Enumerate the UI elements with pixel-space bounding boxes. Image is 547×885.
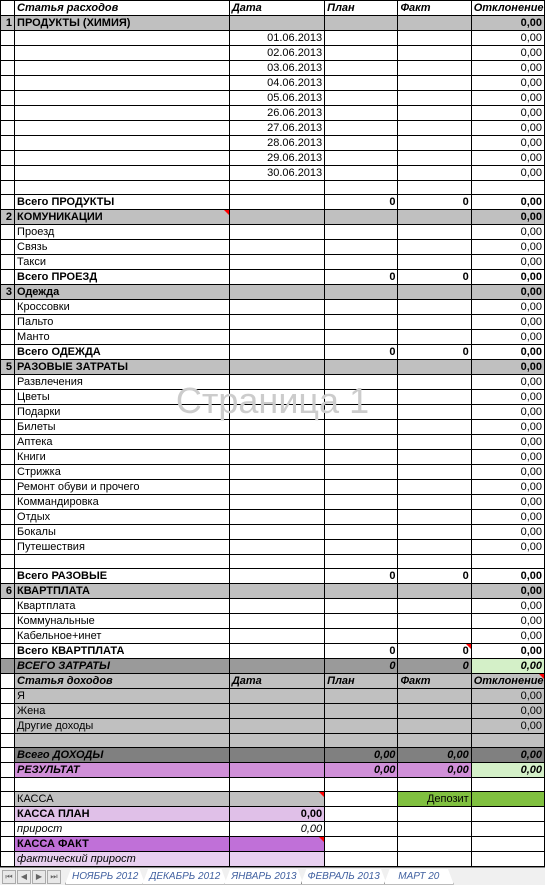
data-row[interactable]: Такси0,00 [1, 255, 545, 270]
category-header[interactable]: 3Одежда0,00 [1, 285, 545, 300]
data-row[interactable]: 02.06.20130,00 [1, 46, 545, 61]
data-row[interactable]: Стрижка0,00 [1, 465, 545, 480]
category-header[interactable]: 6КВАРТПЛАТА0,00 [1, 584, 545, 599]
data-row[interactable]: Манто0,00 [1, 330, 545, 345]
kassa-fprirost[interactable]: фактический прирост [1, 852, 545, 867]
sheet-tab[interactable]: МАРТ 20 [384, 869, 454, 885]
data-row[interactable]: Аптека0,00 [1, 435, 545, 450]
result-row[interactable]: РЕЗУЛЬТАТ0,000,000,00 [1, 763, 545, 778]
data-row[interactable]: Квартплата0,00 [1, 599, 545, 614]
data-row[interactable]: Подарки0,00 [1, 405, 545, 420]
category-header[interactable]: 2КОМУНИКАЦИИ0,00 [1, 210, 545, 225]
data-row[interactable]: 26.06.20130,00 [1, 106, 545, 121]
kassa-fakt[interactable]: КАССА ФАКТ [1, 837, 545, 852]
data-row[interactable]: Бокалы0,00 [1, 525, 545, 540]
spreadsheet[interactable]: Страница 1 Статья расходовДатаПланФактОт… [0, 0, 547, 867]
data-row[interactable]: Ремонт обуви и прочего0,00 [1, 480, 545, 495]
income-row[interactable]: Жена0,00 [1, 704, 545, 719]
category-header[interactable]: 5РАЗОВЫЕ ЗАТРАТЫ0,00 [1, 360, 545, 375]
sheet-tab[interactable]: ФЕВРАЛЬ 2013 [301, 869, 387, 885]
section-total[interactable]: Всего РАЗОВЫЕ000,00 [1, 569, 545, 584]
data-row[interactable]: 01.06.20130,00 [1, 31, 545, 46]
data-row[interactable]: 29.06.20130,00 [1, 151, 545, 166]
tab-first-icon[interactable]: ⏮ [2, 870, 16, 884]
data-row[interactable]: Пальто0,00 [1, 315, 545, 330]
income-header: Статья доходовДатаПланФактОтклонение [1, 674, 545, 689]
sheet-tabs: ⏮ ◀ ▶ ⏭ НОЯБРЬ 2012ДЕКАБРЬ 2012ЯНВАРЬ 20… [0, 867, 545, 885]
grand-total-row[interactable]: ВСЕГО ЗАТРАТЫ000,00 [1, 659, 545, 674]
kassa-prirost[interactable]: прирост0,00 [1, 822, 545, 837]
data-row[interactable]: 05.06.20130,00 [1, 91, 545, 106]
kassa-header[interactable]: КАССАДепозит [1, 792, 545, 807]
section-total[interactable]: Всего КВАРТПЛАТА000,00 [1, 644, 545, 659]
section-total[interactable]: Всего ПРОДУКТЫ000,00 [1, 195, 545, 210]
kassa-plan[interactable]: КАССА ПЛАН0,00 [1, 807, 545, 822]
tab-next-icon[interactable]: ▶ [32, 870, 46, 884]
income-row[interactable]: Другие доходы0,00 [1, 719, 545, 734]
data-row[interactable]: Кроссовки0,00 [1, 300, 545, 315]
tab-nav: ⏮ ◀ ▶ ⏭ [0, 870, 63, 884]
blank-row[interactable] [1, 555, 545, 569]
blank-row[interactable] [1, 778, 545, 792]
data-row[interactable]: Коммандировка0,00 [1, 495, 545, 510]
budget-table[interactable]: Статья расходовДатаПланФактОтклонение1ПР… [0, 0, 545, 867]
section-total[interactable]: Всего ОДЕЖДА000,00 [1, 345, 545, 360]
data-row[interactable]: Билеты0,00 [1, 420, 545, 435]
data-row[interactable]: Книги0,00 [1, 450, 545, 465]
data-row[interactable]: 30.06.20130,00 [1, 166, 545, 181]
blank-row[interactable] [1, 181, 545, 195]
data-row[interactable]: Проезд0,00 [1, 225, 545, 240]
sheet-tab[interactable]: НОЯБРЬ 2012 [65, 869, 145, 885]
data-row[interactable]: 27.06.20130,00 [1, 121, 545, 136]
sheet-tab[interactable]: ЯНВАРЬ 2013 [224, 869, 303, 885]
data-row[interactable]: 28.06.20130,00 [1, 136, 545, 151]
data-row[interactable]: 03.06.20130,00 [1, 61, 545, 76]
data-row[interactable]: Путешествия0,00 [1, 540, 545, 555]
income-row[interactable]: Я0,00 [1, 689, 545, 704]
category-header[interactable]: 1ПРОДУКТЫ (ХИМИЯ)0,00 [1, 16, 545, 31]
data-row[interactable]: Цветы0,00 [1, 390, 545, 405]
data-row[interactable]: Коммунальные0,00 [1, 614, 545, 629]
income-total[interactable]: Всего ДОХОДЫ0,000,000,00 [1, 748, 545, 763]
data-row[interactable]: Кабельное+инет0,00 [1, 629, 545, 644]
data-row[interactable]: Развлечения0,00 [1, 375, 545, 390]
header-row: Статья расходовДатаПланФактОтклонение [1, 1, 545, 16]
tab-last-icon[interactable]: ⏭ [47, 870, 61, 884]
sheet-tab[interactable]: ДЕКАБРЬ 2012 [142, 869, 227, 885]
data-row[interactable]: 04.06.20130,00 [1, 76, 545, 91]
tab-prev-icon[interactable]: ◀ [17, 870, 31, 884]
data-row[interactable]: Отдых0,00 [1, 510, 545, 525]
data-row[interactable]: Связь0,00 [1, 240, 545, 255]
section-total[interactable]: Всего ПРОЕЗД000,00 [1, 270, 545, 285]
blank-row[interactable] [1, 734, 545, 748]
